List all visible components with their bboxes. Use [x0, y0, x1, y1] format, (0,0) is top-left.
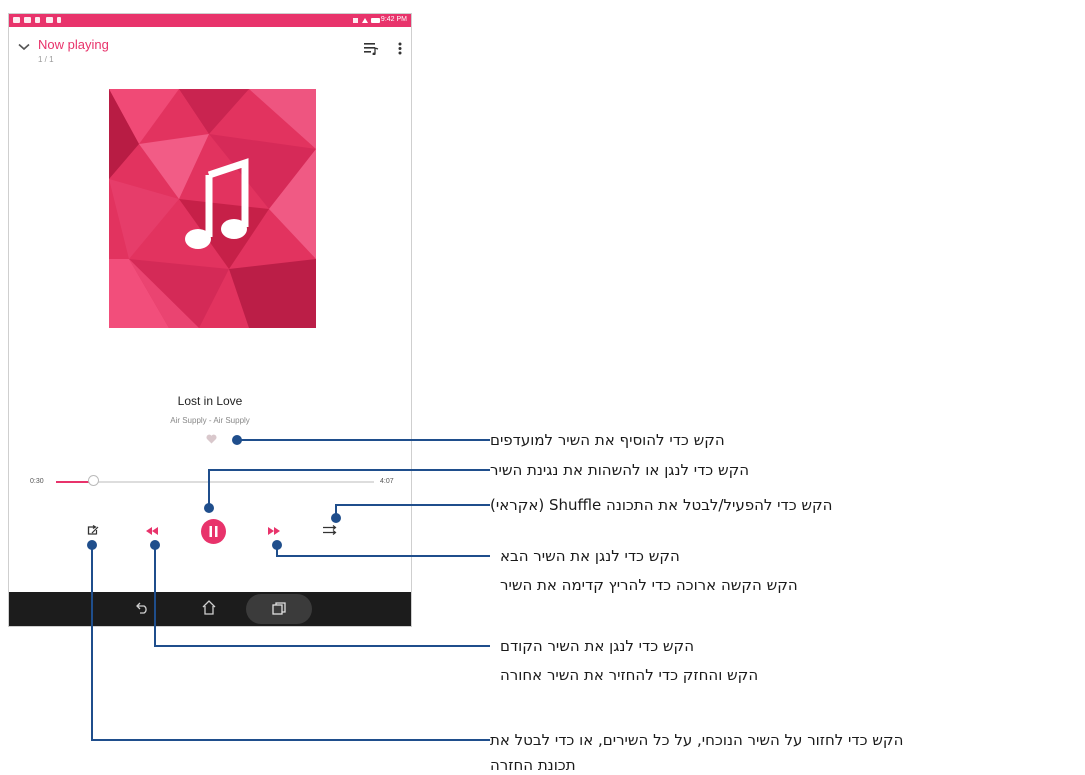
callout-text-next: הקש כדי לנגן את השיר הבא [500, 547, 680, 565]
callout-text-previous-hold: הקש והחזק כדי להחזיר את השיר אחורה [500, 666, 759, 684]
callout-text-repeat-cont: תכונת החזרה [490, 756, 576, 774]
callout-text-repeat: הקש כדי לחזור על השיר הנוכחי, על כל השיר… [490, 731, 904, 749]
callout-text-play-pause: הקש כדי לנגן או להשהות את נגינת השיר [490, 461, 750, 479]
callout-next [272, 540, 490, 557]
callout-favorite [232, 435, 490, 445]
callout-text-previous: הקש כדי לנגן את השיר הקודם [500, 637, 694, 655]
callout-play-pause [204, 469, 490, 513]
callout-repeat [87, 540, 490, 741]
callout-text-next-long: הקש הקשה ארוכה כדי להריץ קדימה את השיר [500, 576, 798, 594]
callout-shuffle [331, 504, 490, 523]
callout-lines [87, 435, 490, 741]
callout-text-shuffle: הקש כדי להפעיל/לבטל את התכונה Shuffle (א… [490, 496, 833, 514]
callout-text-favorite: הקש כדי להוסיף את השיר למועדפים [490, 431, 725, 449]
